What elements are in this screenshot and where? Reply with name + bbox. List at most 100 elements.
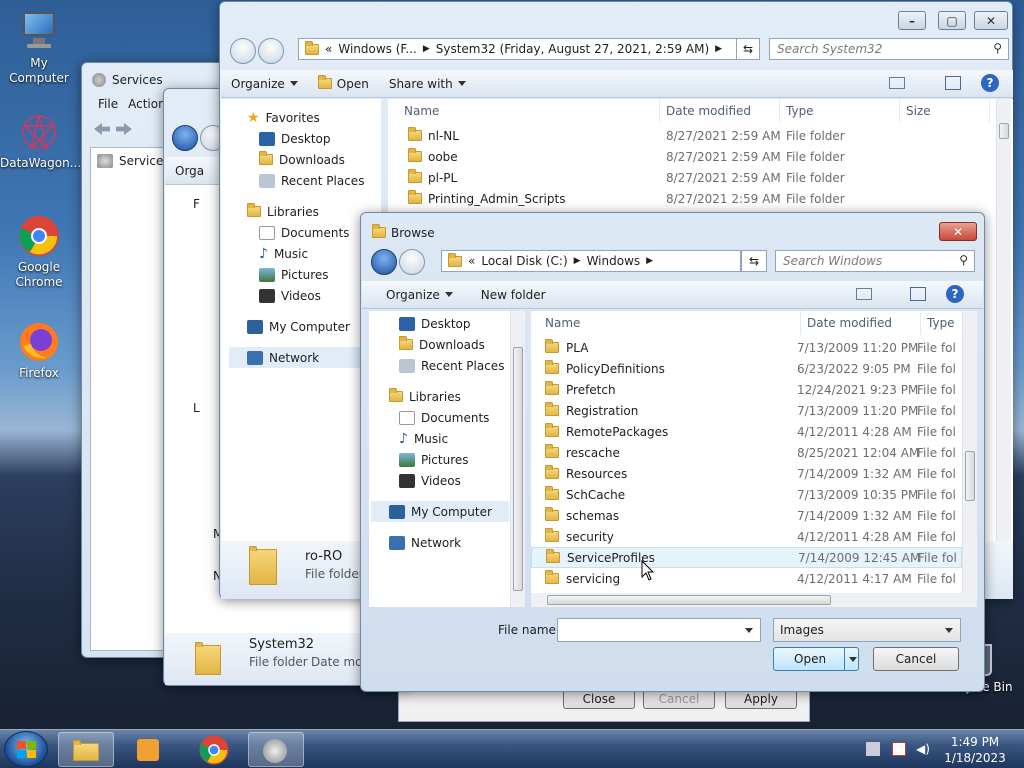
nav-videos[interactable]: Videos [389,470,525,491]
list-item[interactable]: Resources 7/14/2009 1:32 AM File fol [531,463,962,484]
vertical-scrollbar[interactable] [510,311,525,607]
organize-button[interactable]: Organize [221,77,308,91]
breadcrumb-item[interactable]: Windows [587,254,641,268]
breadcrumb-item[interactable]: Windows (F... [338,42,416,56]
list-item[interactable]: PolicyDefinitions 6/23/2022 9:05 PM File f… [531,358,962,379]
cancel-button[interactable]: Cancel [873,647,959,671]
share-with-button[interactable]: Share with [379,77,476,91]
nav-libraries[interactable]: L [193,401,200,415]
preview-pane-icon[interactable] [910,287,926,301]
tree-item-services[interactable]: Services [97,154,170,168]
list-item[interactable]: servicing 4/12/2011 4:17 AM File fol [531,568,962,589]
menu-file[interactable]: File [98,97,118,111]
chevron-right-icon[interactable]: ▶ [715,44,722,54]
file-name-input[interactable] [557,618,761,642]
taskbar-media-player-button[interactable] [122,732,178,767]
scrollbar-thumb[interactable] [999,123,1009,139]
desktop-icon-firefox[interactable]: Firefox [0,320,78,381]
refresh-icon[interactable]: ⇆ [741,250,767,272]
preview-pane-icon[interactable] [945,76,961,90]
desktop-icon-my-computer[interactable]: My Computer [0,10,78,86]
column-header-date[interactable]: Date modified [660,99,780,123]
nav-network[interactable]: Network [389,532,525,553]
refresh-icon[interactable]: ⇆ [736,38,760,60]
breadcrumb-item[interactable]: System32 (Friday, August 27, 2021, 2:59 … [436,42,709,56]
open-button[interactable]: Open [773,647,859,671]
list-item[interactable]: Prefetch 12/24/2021 9:23 PM File fol [531,379,962,400]
back-button[interactable] [172,125,198,151]
menu-action[interactable]: Action [128,97,166,111]
nav-downloads[interactable]: Downloads [389,334,525,355]
browse-dialog[interactable]: Browse ✕ « Local Disk (C:) ▶ Windows ▶ ⇆… [360,212,985,692]
nav-libraries[interactable]: Libraries [389,386,525,407]
chevron-right-icon[interactable]: ▶ [574,256,581,266]
nav-network[interactable]: Network [229,347,371,368]
list-item[interactable]: rescache 8/25/2021 12:04 AM File fol [531,442,962,463]
nav-documents[interactable]: Documents [389,407,525,428]
list-item[interactable]: nl-NL 8/27/2021 2:59 AM File folder [388,125,1013,146]
column-header-type[interactable]: Type [780,99,900,123]
vertical-scrollbar[interactable] [962,311,977,593]
nav-pictures[interactable]: Pictures [389,449,525,470]
back-arrow-icon[interactable] [94,123,110,135]
organize-button[interactable]: Organize [362,288,463,302]
forward-button[interactable] [258,38,284,64]
list-item[interactable]: PLA 7/13/2009 11:20 PM File fol [531,337,962,358]
action-center-icon[interactable] [892,742,906,756]
nav-favorites[interactable]: F [193,197,200,211]
vertical-scrollbar[interactable] [996,99,1011,541]
cancel-button[interactable]: Cancel [643,689,715,709]
close-button[interactable]: Close [563,689,635,709]
nav-music[interactable]: ♪ Music [389,428,525,449]
start-button[interactable] [4,731,48,767]
scrollbar-thumb[interactable] [965,451,975,501]
taskbar-chrome-button[interactable] [186,732,242,767]
nav-recent-places[interactable]: Recent Places [247,170,381,191]
scrollbar-thumb[interactable] [513,347,523,591]
forward-arrow-icon[interactable] [116,123,132,135]
minimize-button[interactable]: – [898,11,926,30]
nav-favorites[interactable]: ★ Favorites [247,107,381,128]
forward-button[interactable] [399,249,425,275]
scrollbar-thumb[interactable] [547,595,831,605]
desktop-icon-chrome[interactable]: Google Chrome [0,214,78,290]
nav-recent-places[interactable]: Recent Places [389,355,525,376]
back-button[interactable] [371,249,397,275]
file-type-select[interactable]: Images [773,618,961,642]
breadcrumb-overflow[interactable]: « [468,254,475,268]
address-bar[interactable]: « Windows (F... ▶ System32 (Friday, Augu… [298,38,738,60]
help-icon[interactable]: ? [981,74,999,92]
help-icon[interactable]: ? [946,285,964,303]
horizontal-scrollbar[interactable] [531,593,977,607]
list-item[interactable]: Printing_Admin_Scripts 8/27/2021 2:59 AM F… [388,188,1013,209]
list-item[interactable]: oobe 8/27/2021 2:59 AM File folder [388,146,1013,167]
new-folder-button[interactable]: New folder [463,288,556,302]
dropdown-arrow-icon[interactable] [849,657,857,662]
chevron-right-icon[interactable]: ▶ [646,256,653,266]
dropdown-arrow-icon[interactable] [745,628,753,633]
column-header-name[interactable]: Name [539,311,801,335]
column-header-size[interactable]: Size [900,99,990,123]
list-item[interactable]: schemas 7/14/2009 1:32 AM File fol [531,505,962,526]
back-button[interactable] [230,38,256,64]
column-header-type[interactable]: Type [921,311,963,335]
taskbar-services-button[interactable] [248,732,304,767]
close-button[interactable]: ✕ [939,222,977,241]
close-button[interactable]: ✕ [974,11,1008,30]
view-options-icon[interactable] [856,288,872,300]
nav-downloads[interactable]: Downloads [247,149,381,170]
chevron-right-icon[interactable]: ▶ [423,44,430,54]
taskbar-explorer-button[interactable] [58,732,114,767]
clock[interactable]: 1:49 PM 1/18/2023 [940,734,1010,766]
open-button[interactable]: Open [308,75,379,91]
column-header-date[interactable]: Date modified [801,311,921,335]
list-item[interactable]: RemotePackages 4/12/2011 4:28 AM File fol [531,421,962,442]
network-tray-icon[interactable] [866,742,880,756]
view-options-icon[interactable] [889,77,905,89]
list-item[interactable]: SchCache 7/13/2009 10:35 PM File fol [531,484,962,505]
volume-icon[interactable]: ◀) [916,742,930,756]
list-item[interactable]: Registration 7/13/2009 11:20 PM File fol [531,400,962,421]
search-input[interactable]: Search System32 ⚲ [769,38,1009,60]
list-item[interactable]: ServiceProfiles 7/14/2009 12:45 AM File fo… [531,547,962,568]
column-header-name[interactable]: Name [398,99,660,123]
